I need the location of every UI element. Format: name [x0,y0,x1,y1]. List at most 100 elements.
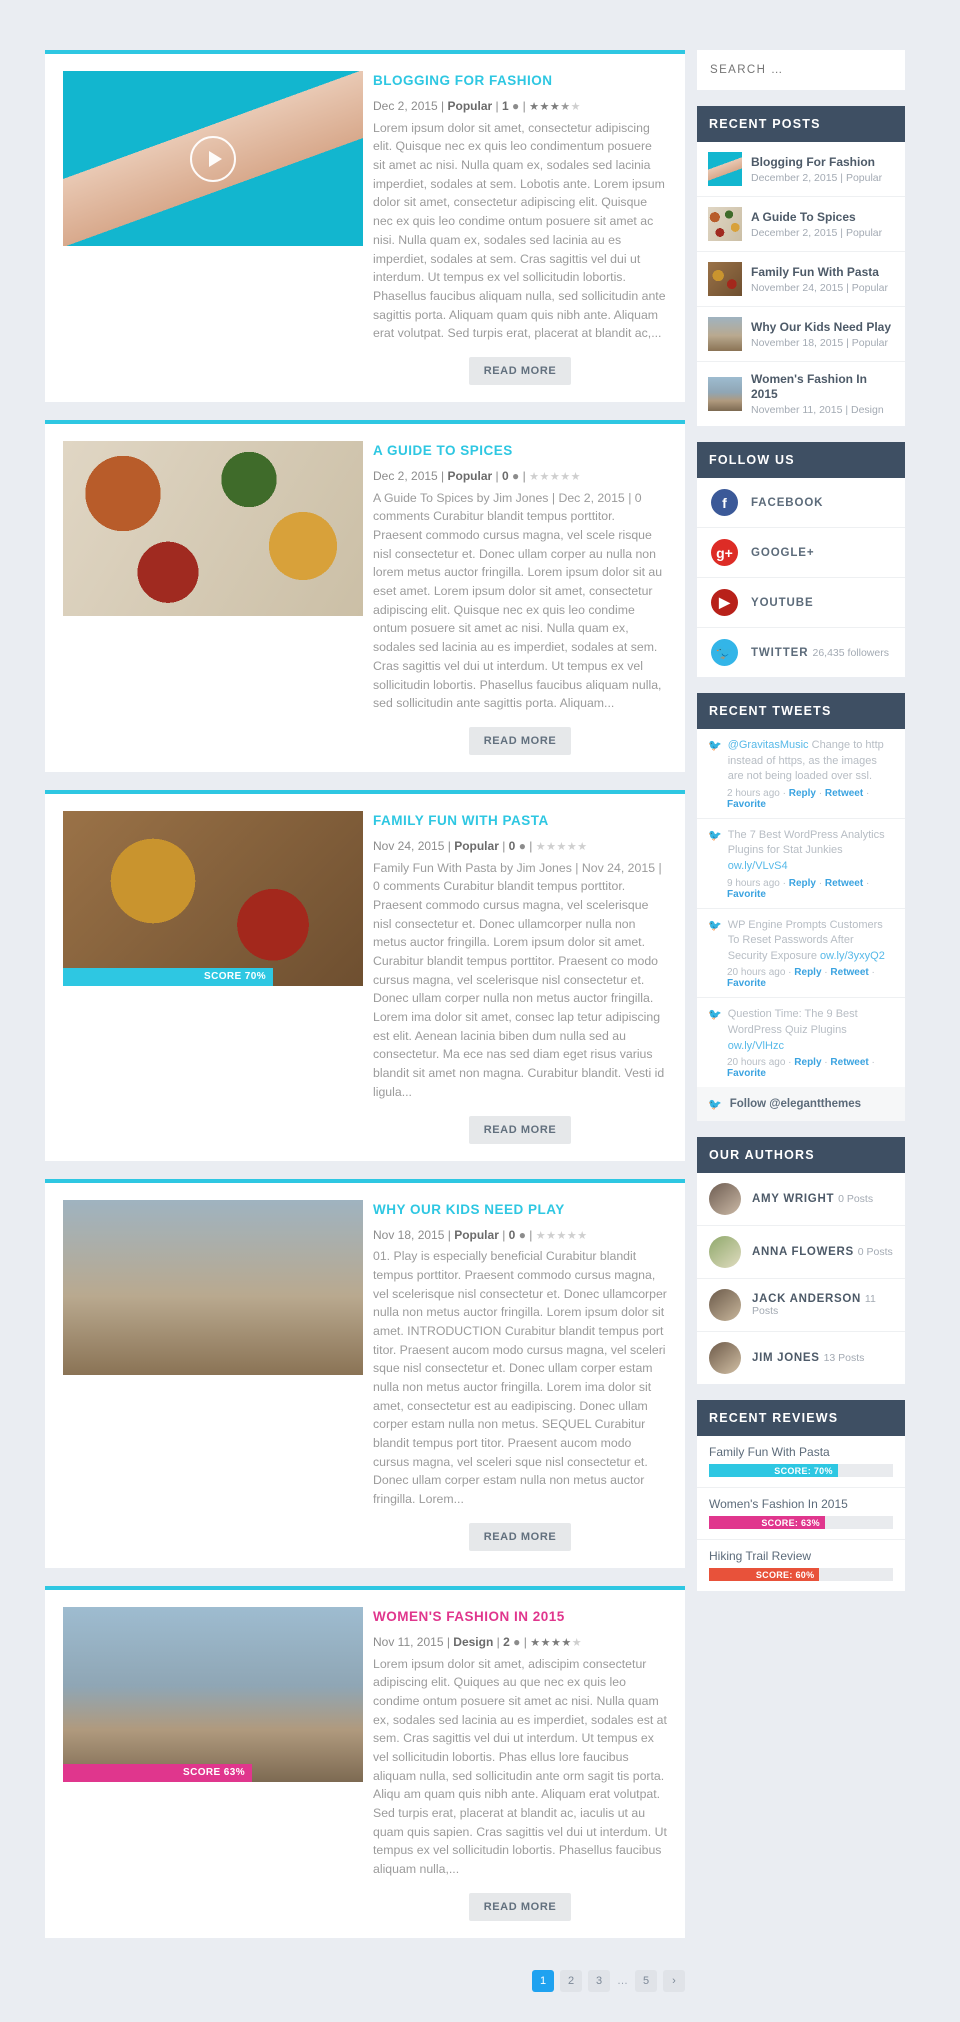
pagination-item[interactable]: 1 [532,1969,554,1992]
follow-item[interactable]: 🐦 TWITTER 26,435 followers [697,628,905,677]
post-category[interactable]: Design [453,1635,493,1649]
post-category[interactable]: Popular [448,469,493,483]
review-item[interactable]: Hiking Trail Review SCORE: 60% [697,1540,905,1591]
post-category[interactable]: Popular [454,839,499,853]
pagination-item[interactable]: › [663,1969,685,1992]
tweet-action-reply[interactable]: Reply [794,967,821,978]
twitter-bird-icon: 🐦 [708,1099,722,1112]
post-thumbnail-wrap[interactable] [63,71,363,385]
avatar [709,1289,741,1322]
tweet-action-favorite[interactable]: Favorite [727,799,766,810]
author-name[interactable]: JIM JONES 13 Posts [752,1352,864,1364]
post-date: Nov 11, 2015 [373,1635,444,1649]
follow-item[interactable]: f FACEBOOK [697,478,905,528]
read-more-button[interactable]: READ MORE [468,726,572,755]
recent-reviews-heading: RECENT REVIEWS [697,1400,905,1437]
read-more-row: READ MORE [373,1115,667,1144]
follow-item[interactable]: ▶ YOUTUBE [697,578,905,628]
follow-us-heading: FOLLOW US [697,442,905,478]
post-title[interactable]: WOMEN'S FASHION IN 2015 [373,1609,667,1625]
tweet-action-favorite[interactable]: Favorite [727,978,766,989]
tweet-action-retweet[interactable]: Retweet [825,788,863,799]
tweet-action-favorite[interactable]: Favorite [727,1068,766,1079]
post-title[interactable]: BLOGGING FOR FASHION [373,73,667,89]
post-thumbnail-wrap[interactable] [63,440,363,755]
read-more-button[interactable]: READ MORE [468,1115,572,1144]
tweet-link[interactable]: ow.ly/VLvS4 [728,860,788,872]
tweet-action-retweet[interactable]: Retweet [825,878,863,889]
post-thumbnail-wrap[interactable]: SCORE 70% [63,810,363,1144]
author-name[interactable]: JACK ANDERSON 11 Posts [752,1293,893,1317]
tweet-action-retweet[interactable]: Retweet [830,1057,868,1068]
post-thumbnail-wrap[interactable] [63,1199,363,1551]
tweet-actions: 9 hours ago · Reply · Retweet · Favorite [727,877,870,900]
follow-item[interactable]: g+ GOOGLE+ [697,528,905,578]
tweet-link[interactable]: ow.ly/VlHzc [728,1040,784,1052]
pagination-item[interactable]: 2 [560,1969,582,1992]
post-meta: Nov 24, 2015 | Popular | 0 ● | ★★★★★ [373,839,588,854]
post-thumbnail-wrap[interactable]: SCORE 63% [63,1606,363,1921]
googleplus-icon[interactable]: g+ [711,539,738,566]
recent-post-title[interactable]: Why Our Kids Need Play [751,320,891,335]
tweet-handle[interactable]: @GravitasMusic [728,739,809,751]
search-input[interactable] [697,50,905,90]
tweet-text: @GravitasMusic Change to http instead of… [727,739,884,783]
recent-post-item[interactable]: Why Our Kids Need Play November 18, 2015… [697,307,905,362]
read-more-button[interactable]: READ MORE [468,356,572,385]
recent-post-item[interactable]: Family Fun With Pasta November 24, 2015 … [697,252,905,307]
review-title[interactable]: Family Fun With Pasta [709,1445,893,1459]
author-name[interactable]: ANNA FLOWERS 0 Posts [752,1246,893,1258]
recent-post-title[interactable]: Blogging For Fashion [751,155,882,170]
tweet-action-reply[interactable]: Reply [789,878,816,889]
facebook-icon[interactable]: f [711,489,738,516]
pagination-item[interactable]: 5 [635,1969,657,1992]
recent-post-title[interactable]: Family Fun With Pasta [751,265,888,280]
read-more-button[interactable]: READ MORE [468,1522,572,1551]
tweet-action-reply[interactable]: Reply [789,788,816,799]
recent-post-title[interactable]: Women's Fashion In 2015 [751,372,894,402]
recent-post-title[interactable]: A Guide To Spices [751,210,882,225]
recent-post-thumbnail [708,377,742,411]
post-title[interactable]: WHY OUR KIDS NEED PLAY [373,1202,667,1218]
tweet-action-favorite[interactable]: Favorite [727,889,766,900]
post-thumbnail[interactable] [63,440,363,616]
author-item[interactable]: JACK ANDERSON 11 Posts [697,1279,905,1333]
post-card: BLOGGING FOR FASHION Dec 2, 2015 | Popul… [45,50,685,402]
twitter-bird-icon: 🐦 [708,919,722,932]
post-title[interactable]: FAMILY FUN WITH PASTA [373,813,667,829]
tweet-action-retweet[interactable]: Retweet [830,967,868,978]
youtube-icon[interactable]: ▶ [711,589,738,616]
twitter-follow-link[interactable]: 🐦 Follow @elegantthemes [697,1087,905,1122]
review-title[interactable]: Hiking Trail Review [709,1549,893,1563]
post-category[interactable]: Popular [454,1228,499,1242]
review-title[interactable]: Women's Fashion In 2015 [709,1497,893,1511]
post-thumbnail[interactable] [63,71,363,246]
twitter-bird-icon: 🐦 [708,1009,722,1022]
recent-post-item[interactable]: A Guide To Spices December 2, 2015 | Pop… [697,197,905,252]
post-category[interactable]: Popular [448,99,493,113]
review-item[interactable]: Family Fun With Pasta SCORE: 70% [697,1436,905,1489]
recent-posts-heading: RECENT POSTS [697,106,905,142]
post-thumbnail[interactable] [63,1199,363,1375]
post-thumbnail[interactable]: SCORE 63% [63,1606,363,1782]
author-name[interactable]: AMY WRIGHT 0 Posts [752,1193,873,1205]
tweet-link[interactable]: ow.ly/3yxyQ2 [820,950,885,962]
recent-post-text: A Guide To Spices December 2, 2015 | Pop… [751,210,882,239]
tweet-action-reply[interactable]: Reply [794,1057,821,1068]
author-item[interactable]: JIM JONES 13 Posts [697,1332,905,1384]
recent-post-item[interactable]: Women's Fashion In 2015 November 11, 201… [697,362,905,426]
review-item[interactable]: Women's Fashion In 2015 SCORE: 63% [697,1488,905,1541]
recent-post-text: Blogging For Fashion December 2, 2015 | … [751,155,882,184]
author-item[interactable]: AMY WRIGHT 0 Posts [697,1173,905,1227]
recent-post-text: Family Fun With Pasta November 24, 2015 … [751,265,888,294]
recent-post-item[interactable]: Blogging For Fashion December 2, 2015 | … [697,142,905,197]
pagination-item[interactable]: 3 [588,1969,610,1992]
read-more-button[interactable]: READ MORE [468,1892,572,1921]
comment-icon: ● [513,1635,521,1649]
author-item[interactable]: ANNA FLOWERS 0 Posts [697,1226,905,1280]
twitter-icon[interactable]: 🐦 [711,639,738,666]
play-icon[interactable] [190,135,236,182]
post-title[interactable]: A GUIDE TO SPICES [373,443,667,459]
post-thumbnail[interactable]: SCORE 70% [63,810,363,986]
tweet-item: 🐦 The 7 Best WordPress Analytics Plugins… [697,819,905,909]
